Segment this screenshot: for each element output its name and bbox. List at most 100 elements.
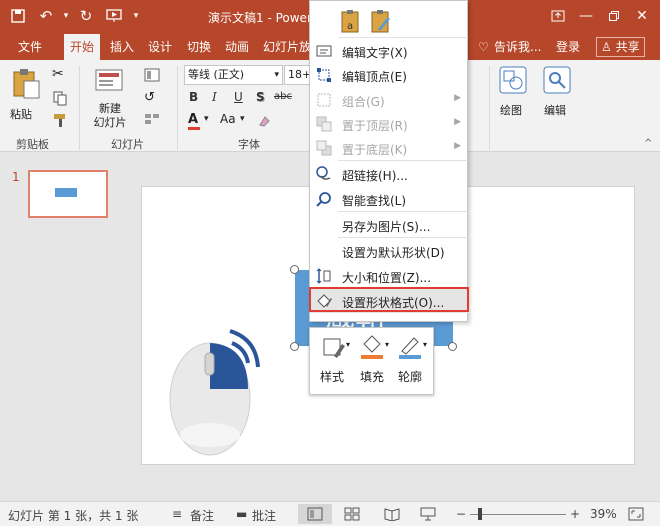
- copy-icon[interactable]: [52, 90, 68, 109]
- bring-to-front-icon: [316, 116, 332, 132]
- undo-icon[interactable]: ↶: [36, 6, 56, 26]
- highlight-frame: [309, 287, 469, 312]
- paste-picture-icon[interactable]: [370, 9, 392, 38]
- menu-item-smart-lookup[interactable]: 智能查找(L): [310, 187, 469, 211]
- format-painter-icon[interactable]: [52, 112, 68, 131]
- layout-icon[interactable]: [144, 68, 160, 85]
- zoom-level[interactable]: 39%: [590, 507, 617, 521]
- menu-item-edit-points[interactable]: 编辑顶点(E): [310, 63, 469, 87]
- menu-item-size-position[interactable]: 大小和位置(Z)...: [310, 264, 469, 288]
- notes-button[interactable]: 备注: [190, 507, 214, 524]
- editing-button[interactable]: 编辑: [540, 66, 574, 126]
- slideshow-view-icon[interactable]: [420, 507, 436, 524]
- font-size-select[interactable]: 18+: [284, 65, 310, 85]
- slide-thumbnail[interactable]: [28, 170, 108, 218]
- font-color-icon[interactable]: A: [188, 112, 200, 130]
- chevron-down-icon: ▾: [274, 70, 279, 80]
- drawing-button[interactable]: 绘图: [496, 66, 530, 126]
- fill-label[interactable]: 填充: [360, 368, 384, 385]
- divider: [489, 66, 490, 150]
- section-icon[interactable]: [144, 112, 160, 129]
- group-icon: [316, 92, 332, 108]
- chevron-down-icon[interactable]: ▾: [385, 340, 389, 349]
- fill-bucket-icon[interactable]: [360, 334, 384, 363]
- start-slideshow-icon[interactable]: [104, 6, 124, 26]
- zoom-slider-thumb[interactable]: [478, 508, 482, 520]
- menu-item-hyperlink[interactable]: 超链接(H)...: [310, 162, 469, 186]
- notes-icon: ≡: [172, 507, 183, 521]
- tab-slideshow[interactable]: 幻灯片放: [263, 34, 311, 60]
- new-slide-label: 新建 幻灯片: [93, 102, 127, 129]
- reset-icon[interactable]: ↺: [144, 90, 155, 105]
- chevron-down-icon[interactable]: ▾: [423, 340, 427, 349]
- mini-toolbar: ▾ ▾ ▾ 样式 填充 轮廓: [309, 327, 434, 395]
- new-slide-button[interactable]: 新建 幻灯片: [88, 66, 132, 132]
- strikethrough-button[interactable]: abc: [274, 91, 292, 102]
- menu-item-bring-to-front[interactable]: 置于顶层(R) ▶: [310, 112, 469, 136]
- clear-format-icon[interactable]: [258, 114, 272, 131]
- underline-button[interactable]: U: [234, 90, 243, 104]
- resize-handle[interactable]: [448, 342, 457, 351]
- chevron-right-icon: ▶: [454, 93, 461, 103]
- menu-item-set-default-shape[interactable]: 设置为默认形状(D): [310, 239, 469, 263]
- customize-toolbar-icon[interactable]: ▾: [126, 6, 146, 26]
- share-button[interactable]: ♙ 共享: [596, 37, 645, 57]
- paste-option-icon[interactable]: a: [340, 9, 362, 38]
- tab-design[interactable]: 设计: [148, 34, 172, 60]
- zoom-out-button[interactable]: −: [456, 507, 466, 521]
- resize-handle[interactable]: [290, 265, 299, 274]
- tab-file[interactable]: 文件: [18, 34, 42, 60]
- svg-text:a: a: [347, 21, 353, 32]
- menu-divider: [338, 237, 468, 238]
- redo-icon[interactable]: ↻: [76, 6, 96, 26]
- resize-handle[interactable]: [290, 342, 299, 351]
- chevron-down-icon[interactable]: ▾: [346, 340, 350, 349]
- shape-style-icon[interactable]: [322, 336, 346, 363]
- tab-transitions[interactable]: 切换: [187, 34, 211, 60]
- tab-insert[interactable]: 插入: [110, 34, 134, 60]
- comments-button[interactable]: 批注: [252, 507, 276, 524]
- zoom-in-button[interactable]: +: [570, 507, 580, 521]
- menu-divider: [338, 160, 468, 161]
- normal-view-icon: [307, 507, 323, 521]
- normal-view-button[interactable]: [298, 504, 332, 524]
- save-icon[interactable]: [8, 6, 28, 26]
- shadow-button[interactable]: S: [256, 90, 265, 104]
- menu-item-send-to-back[interactable]: 置于底层(K) ▶: [310, 136, 469, 160]
- restore-icon[interactable]: [600, 4, 628, 28]
- ribbon-display-icon[interactable]: [544, 4, 572, 28]
- outline-label[interactable]: 轮廓: [398, 368, 422, 385]
- divider: [79, 66, 80, 150]
- hyperlink-icon: [316, 166, 332, 182]
- minimize-icon[interactable]: —: [572, 4, 600, 28]
- tab-home[interactable]: 开始: [64, 34, 101, 60]
- tell-me-box[interactable]: 告诉我...: [494, 34, 541, 60]
- paste-icon: [13, 69, 40, 99]
- slide-sorter-icon[interactable]: [344, 507, 360, 524]
- menu-item-group[interactable]: 组合(G) ▶: [310, 88, 469, 112]
- undo-dropdown-icon[interactable]: ▾: [56, 6, 76, 26]
- change-case-icon[interactable]: Aa: [220, 112, 236, 126]
- close-icon[interactable]: ✕: [628, 4, 656, 28]
- zoom-slider-track[interactable]: [470, 514, 566, 515]
- font-name-select[interactable]: 等线 (正文) ▾: [184, 65, 283, 85]
- reading-view-icon[interactable]: [384, 507, 400, 524]
- chevron-down-icon[interactable]: ▾: [240, 114, 245, 124]
- window-title: 演示文稿1 - Power: [208, 11, 312, 25]
- collapse-ribbon-icon[interactable]: ^: [644, 138, 652, 149]
- style-label[interactable]: 样式: [320, 368, 344, 385]
- thumbnail-shape: [55, 188, 77, 197]
- paste-button[interactable]: 粘贴: [8, 66, 44, 128]
- cut-icon[interactable]: ✂: [52, 66, 64, 82]
- outline-pen-icon[interactable]: [398, 334, 422, 363]
- login-link[interactable]: 登录: [556, 34, 580, 60]
- tab-animations[interactable]: 动画: [225, 34, 249, 60]
- fit-to-window-icon[interactable]: [628, 507, 644, 524]
- bold-button[interactable]: B: [189, 90, 198, 104]
- menu-item-edit-text[interactable]: 编辑文字(X): [310, 39, 469, 63]
- chevron-down-icon[interactable]: ▾: [204, 114, 209, 124]
- menu-item-save-as-picture[interactable]: 另存为图片(S)...: [310, 213, 469, 237]
- lightbulb-icon: ♡: [478, 40, 489, 54]
- mouse-image: [169, 329, 260, 456]
- italic-button[interactable]: I: [212, 90, 217, 104]
